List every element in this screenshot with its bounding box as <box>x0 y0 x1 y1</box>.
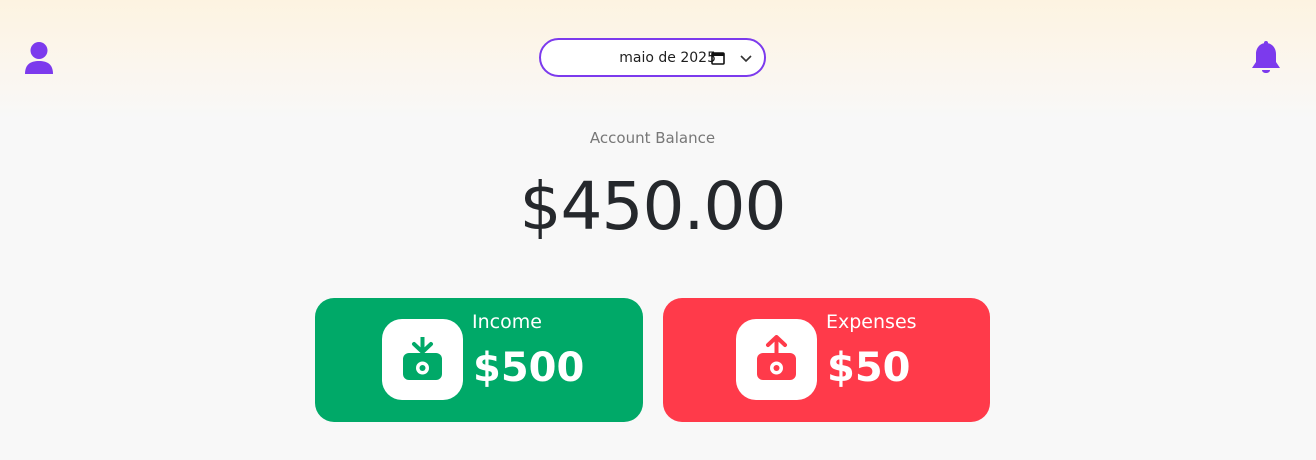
expenses-amount: $50 <box>827 345 911 391</box>
income-card[interactable]: Income $500 <box>315 298 643 422</box>
month-value: maio de 2025 <box>619 50 716 66</box>
income-label: Income <box>472 311 542 333</box>
balance-label: Account Balance <box>589 129 716 147</box>
month-picker-input[interactable]: maio de 2025 <box>539 38 766 77</box>
chevron-down-icon[interactable] <box>740 55 752 63</box>
expenses-icon-box <box>736 319 817 400</box>
money-out-icon <box>757 335 796 380</box>
income-amount: $500 <box>473 345 585 391</box>
money-in-icon <box>403 337 442 380</box>
user-icon[interactable] <box>24 41 54 75</box>
calendar-icon[interactable] <box>711 51 725 65</box>
expenses-label: Expenses <box>826 311 917 333</box>
header-bar: maio de 2025 <box>0 0 1316 120</box>
income-icon-box <box>382 319 463 400</box>
balance-amount: $450.00 <box>519 168 787 245</box>
bell-icon[interactable] <box>1250 41 1282 75</box>
expenses-card[interactable]: Expenses $50 <box>663 298 990 422</box>
